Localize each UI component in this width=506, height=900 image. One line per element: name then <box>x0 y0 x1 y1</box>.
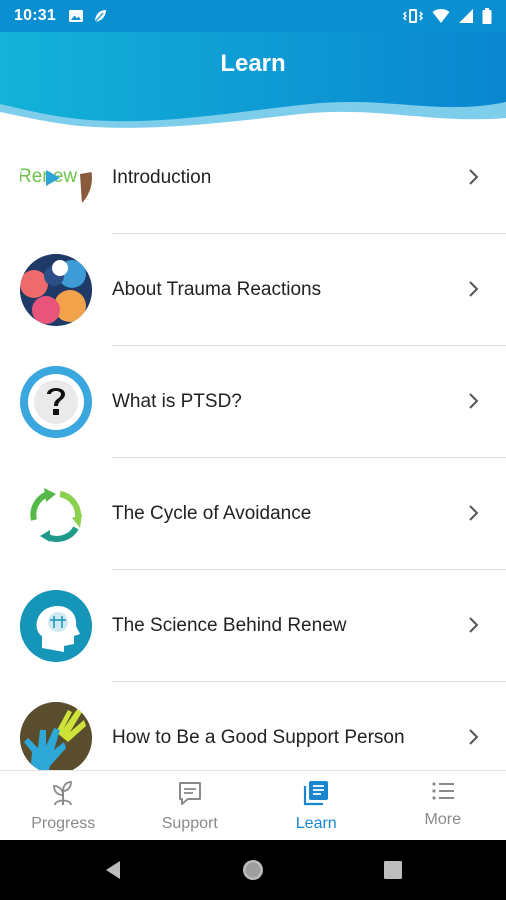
lesson-row-good-support-person[interactable]: How to Be a Good Support Person <box>0 682 506 770</box>
menu-list-icon <box>432 782 454 800</box>
vibrate-icon <box>402 9 424 23</box>
header: Learn <box>0 32 506 136</box>
system-navigation-bar <box>0 840 506 900</box>
lesson-row-science-behind-renew[interactable]: The Science Behind Renew <box>0 570 506 682</box>
status-time: 10:31 <box>14 7 56 24</box>
back-icon[interactable] <box>102 859 124 881</box>
lesson-label: What is PTSD? <box>112 391 242 412</box>
nav-label: Progress <box>31 815 96 832</box>
lesson-list: Renew Introduction <box>0 122 506 770</box>
trauma-faces-thumb <box>20 254 92 326</box>
nav-support[interactable]: Support <box>127 771 254 840</box>
recents-icon[interactable] <box>383 860 403 880</box>
bottom-nav: Progress Support Learn More <box>0 770 506 840</box>
chevron-right-icon <box>469 617 479 633</box>
hands-thumb <box>20 702 92 770</box>
home-icon[interactable] <box>241 858 265 882</box>
chevron-right-icon <box>469 729 479 745</box>
lesson-row-introduction[interactable]: Renew Introduction <box>0 122 506 234</box>
status-bar: 10:31 <box>0 0 506 32</box>
chevron-right-icon <box>469 281 479 297</box>
learn-screen: 10:31 Learn Introduction About Trauma Re… <box>0 0 506 900</box>
chevron-right-icon <box>469 505 479 521</box>
lesson-row-trauma-reactions[interactable]: About Trauma Reactions <box>0 234 506 346</box>
book-list-icon <box>304 781 329 806</box>
lesson-row-what-is-ptsd[interactable]: What is PTSD? <box>0 346 506 458</box>
battery-icon <box>482 8 492 24</box>
cycle-arrows-thumb <box>20 478 92 550</box>
nav-learn[interactable]: Learn <box>253 771 380 840</box>
lesson-label: Introduction <box>112 167 212 188</box>
nav-more[interactable]: More <box>380 771 506 840</box>
signal-icon <box>459 9 473 23</box>
brain-head-thumb <box>20 590 92 662</box>
chevron-right-icon <box>469 393 479 409</box>
lesson-label: About Trauma Reactions <box>112 279 322 300</box>
lesson-row-cycle-of-avoidance[interactable]: The Cycle of Avoidance <box>0 458 506 570</box>
header-wave-background <box>0 32 506 136</box>
nav-label: Support <box>161 815 218 832</box>
lesson-label: How to Be a Good Support Person <box>112 727 405 748</box>
nav-label: Learn <box>295 815 337 832</box>
sprout-icon <box>53 781 73 806</box>
nav-label: More <box>424 811 461 828</box>
question-bubble-thumb <box>20 366 92 438</box>
chevron-right-icon <box>469 169 479 185</box>
nav-progress[interactable]: Progress <box>0 771 127 840</box>
lesson-label: The Cycle of Avoidance <box>112 503 312 524</box>
leaf-icon <box>94 10 106 23</box>
lesson-label: The Science Behind Renew <box>112 615 347 636</box>
wifi-icon <box>432 9 450 23</box>
renew-video-thumb: Renew <box>20 142 92 214</box>
page-title: Learn <box>220 50 286 77</box>
image-icon <box>68 10 83 22</box>
chat-icon <box>178 782 201 805</box>
